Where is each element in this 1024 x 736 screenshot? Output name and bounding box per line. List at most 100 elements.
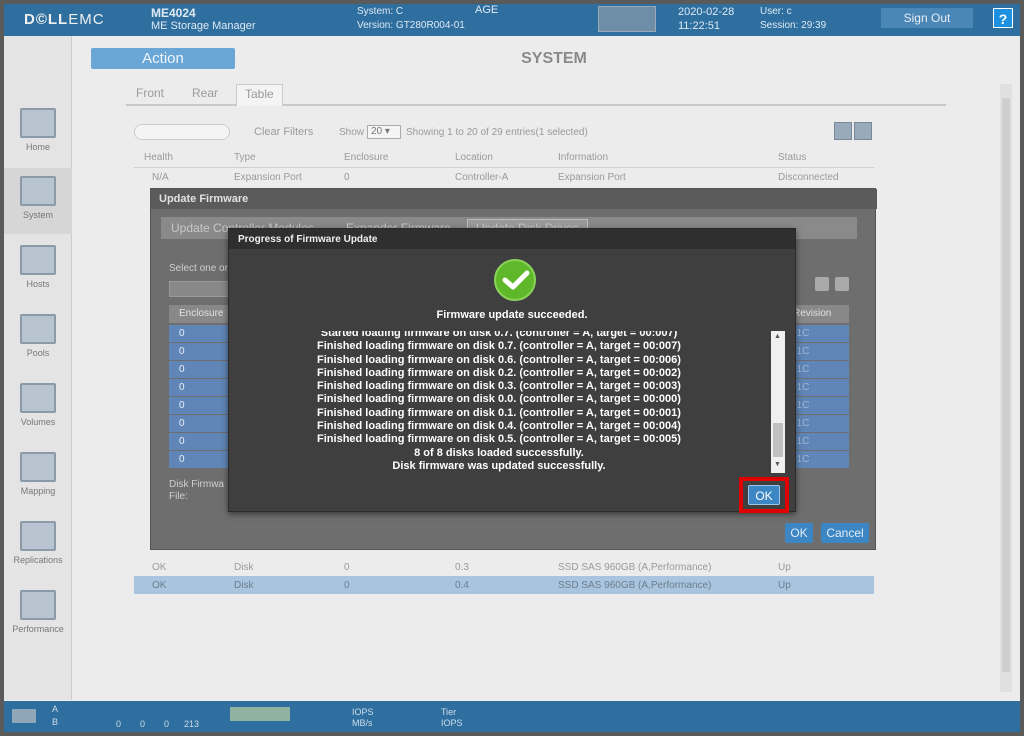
col-location[interactable]: Location xyxy=(455,152,493,163)
table-row-selected[interactable]: OK Disk 0 0.4 SSD SAS 960GB (A,Performan… xyxy=(134,576,874,594)
system-name: ME4024 xyxy=(151,6,196,20)
capacity-bar[interactable] xyxy=(230,707,290,721)
sidebar-item-pools[interactable]: Pools xyxy=(4,306,72,372)
tier-iops-label: IOPS xyxy=(441,718,463,728)
replications-icon xyxy=(20,521,56,551)
sidebar: Home System Hosts Pools Volumes Mapping … xyxy=(4,36,72,700)
col-type[interactable]: Type xyxy=(234,152,256,163)
iops-label: IOPS xyxy=(352,707,374,717)
sidebar-item-home[interactable]: Home xyxy=(4,100,72,166)
disk-firmware-file-label: Disk Firmwa File: xyxy=(169,479,224,502)
error-count[interactable]: 0 xyxy=(116,719,121,729)
log-line: Finished loading firmware on disk 0.0. (… xyxy=(317,393,681,406)
home-icon xyxy=(20,108,56,138)
mbs-label: MB/s xyxy=(352,718,373,728)
scroll-up-icon[interactable]: ▲ xyxy=(774,333,781,340)
success-check-icon xyxy=(494,259,536,301)
col-information[interactable]: Information xyxy=(558,152,608,163)
col-enclosure[interactable]: Enclosure xyxy=(169,305,229,323)
tab-table[interactable]: Table xyxy=(236,84,283,106)
sidebar-item-system[interactable]: System xyxy=(4,168,72,234)
sign-out-button[interactable]: Sign Out xyxy=(881,8,973,28)
success-message: Firmware update succeeded. xyxy=(436,309,588,321)
system-status-icon[interactable] xyxy=(598,6,656,32)
progress-log: Started loading firmware on disk 0.7. (c… xyxy=(229,331,769,477)
log-line: Disk firmware was updated successfully. xyxy=(392,459,606,472)
update-firmware-title: Update Firmware xyxy=(151,189,877,209)
entries-info: Showing 1 to 20 of 29 entries(1 selected… xyxy=(406,127,588,138)
version-label: Version: GT280R004-01 xyxy=(357,20,465,31)
progress-dialog-title: Progress of Firmware Update xyxy=(229,229,795,249)
sidebar-item-replications[interactable]: Replications xyxy=(4,513,72,579)
date-label: 2020-02-28 xyxy=(678,6,735,18)
controller-b-label: B xyxy=(52,717,59,727)
sidebar-item-mapping[interactable]: Mapping xyxy=(4,444,72,510)
hosts-icon xyxy=(20,245,56,275)
table-header: Health Type Enclosure Location Informati… xyxy=(134,148,874,168)
log-line: Finished loading firmware on disk 0.2. (… xyxy=(317,366,681,379)
update-cancel-button[interactable]: Cancel xyxy=(821,523,869,543)
app-window: D©LLEMC ME4024 ME Storage Manager System… xyxy=(4,4,1020,732)
top-header: D©LLEMC ME4024 ME Storage Manager System… xyxy=(4,4,1020,36)
col-enclosure[interactable]: Enclosure xyxy=(344,152,388,163)
sidebar-item-hosts[interactable]: Hosts xyxy=(4,237,72,303)
system-icon xyxy=(20,176,56,206)
tier-label: Tier xyxy=(441,707,457,717)
performance-icon xyxy=(20,590,56,620)
mapping-icon xyxy=(20,452,56,482)
update-ok-button[interactable]: OK xyxy=(785,523,813,543)
log-line: 8 of 8 disks loaded successfully. xyxy=(414,446,584,459)
user-label[interactable]: User: c xyxy=(760,6,792,17)
page-scrollbar[interactable] xyxy=(1000,84,1012,692)
page-title: SYSTEM xyxy=(521,50,587,67)
col-revision[interactable]: Revision xyxy=(787,305,849,323)
disk-search-input[interactable] xyxy=(169,281,229,297)
table-row[interactable]: N/A Expansion Port 0 Controller-A Expans… xyxy=(134,168,874,186)
age-label: AGE xyxy=(475,4,499,16)
log-scrollbar[interactable]: ▲ ▼ xyxy=(771,331,785,473)
log-line: Finished loading firmware on disk 0.6. (… xyxy=(317,353,681,366)
app-name: ME Storage Manager xyxy=(151,20,256,32)
progress-dialog: Progress of Firmware Update Firmware upd… xyxy=(228,228,796,513)
scroll-down-icon[interactable]: ▼ xyxy=(774,461,781,468)
clear-filters-button[interactable]: Clear Filters xyxy=(254,126,313,138)
scrollbar-thumb[interactable] xyxy=(1002,98,1010,672)
prev-page-button[interactable] xyxy=(834,122,852,140)
critical-count[interactable]: 0 xyxy=(140,719,145,729)
sidebar-item-performance[interactable]: Performance xyxy=(4,582,72,648)
log-line: Finished loading firmware on disk 0.7. (… xyxy=(317,340,681,353)
table-toolbar: Clear Filters Show 20 ▾ Showing 1 to 20 … xyxy=(134,122,874,142)
next-page-button[interactable] xyxy=(854,122,872,140)
sidebar-item-volumes[interactable]: Volumes xyxy=(4,375,72,441)
log-scrollbar-thumb[interactable] xyxy=(773,423,783,457)
view-tabs: Front Rear Table xyxy=(126,84,946,106)
log-line: Finished loading firmware on disk 0.5. (… xyxy=(317,433,681,446)
dell-emc-logo: D©LLEMC xyxy=(24,11,105,28)
select-label: Select one or xyxy=(169,263,228,274)
table-search-input[interactable] xyxy=(134,124,230,140)
time-label: 11:22:51 xyxy=(678,20,721,32)
session-label: Session: 29:39 xyxy=(760,20,827,31)
log-line: Started loading firmware on disk 0.7. (c… xyxy=(320,331,678,339)
tab-rear[interactable]: Rear xyxy=(192,86,218,100)
page-size-select[interactable]: 20 ▾ xyxy=(367,125,401,139)
log-line: Finished loading firmware on disk 0.4. (… xyxy=(317,420,681,433)
show-label: Show xyxy=(339,127,365,138)
progress-ok-button[interactable]: OK xyxy=(748,485,780,505)
prev-icon[interactable] xyxy=(815,277,829,291)
storage-icon[interactable] xyxy=(12,709,36,723)
status-bar: A B 0 0 0 213 IOPS MB/s Tier IOPS xyxy=(4,701,1020,732)
tab-front[interactable]: Front xyxy=(136,86,164,100)
col-status[interactable]: Status xyxy=(778,152,806,163)
log-line: Finished loading firmware on disk 0.1. (… xyxy=(317,406,681,419)
system-label: System: C xyxy=(357,6,404,17)
col-health[interactable]: Health xyxy=(144,152,173,163)
next-icon[interactable] xyxy=(835,277,849,291)
controller-a-label: A xyxy=(52,704,59,714)
help-button[interactable]: ? xyxy=(993,8,1013,28)
warning-count[interactable]: 0 xyxy=(164,719,169,729)
pools-icon xyxy=(20,314,56,344)
log-line: Finished loading firmware on disk 0.3. (… xyxy=(317,380,681,393)
table-row[interactable]: OK Disk 0 0.3 SSD SAS 960GB (A,Performan… xyxy=(134,558,874,576)
info-count[interactable]: 213 xyxy=(184,719,199,729)
